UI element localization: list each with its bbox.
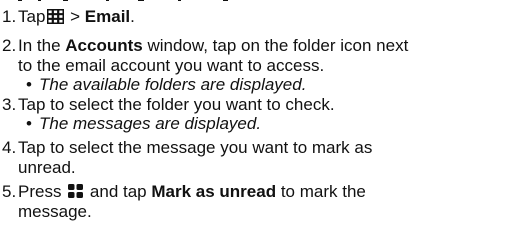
step-text: Press and tap Mark as unread to mark the — [18, 182, 366, 201]
step-text-post: . — [130, 7, 135, 26]
step-text-continued: to the email account you want to access. — [18, 56, 325, 75]
step-text-pre: Tap — [18, 7, 46, 26]
step-text: Tap to select the folder you want to che… — [18, 95, 335, 114]
step-number: 1. — [2, 7, 17, 26]
step-number: 4. — [2, 138, 17, 157]
email-label: Email — [84, 7, 131, 26]
result-text: The available folders are displayed. — [39, 75, 307, 94]
step-text: Tap to select the message you want to ma… — [18, 138, 373, 157]
menu-key-icon — [68, 184, 84, 198]
step-3-result: • The messages are displayed. — [26, 114, 261, 133]
step-text-mid: > — [65, 7, 85, 26]
accounts-label: Accounts — [65, 36, 143, 55]
step-number: 3. — [2, 95, 17, 114]
step-text-continued: message. — [18, 202, 92, 221]
step-text: In the Accounts window, tap on the folde… — [18, 36, 408, 55]
clipped-text-fragment — [18, 0, 248, 3]
step-text-post: window, tap on the folder icon next — [142, 36, 409, 55]
apps-grid-icon — [47, 9, 65, 24]
clipped-previous-line — [18, 0, 318, 3]
step-text-pre: Press — [18, 182, 67, 201]
step-number: 2. — [2, 36, 17, 55]
step-text-post: to mark the — [276, 182, 366, 201]
step-text: Tap > Email. — [18, 7, 135, 26]
mark-as-unread-label: Mark as unread — [151, 182, 277, 201]
instruction-page: 1. Tap > Email. 2. In the Accounts windo… — [0, 0, 528, 244]
step-text-mid: and tap — [85, 182, 152, 201]
step-number: 5. — [2, 182, 17, 201]
bullet: • — [26, 114, 32, 133]
bullet: • — [26, 75, 32, 94]
step-text-pre: In the — [18, 36, 66, 55]
step-text-continued: unread. — [18, 158, 76, 177]
step-2-result: • The available folders are displayed. — [26, 75, 306, 94]
result-text: The messages are displayed. — [39, 114, 262, 133]
